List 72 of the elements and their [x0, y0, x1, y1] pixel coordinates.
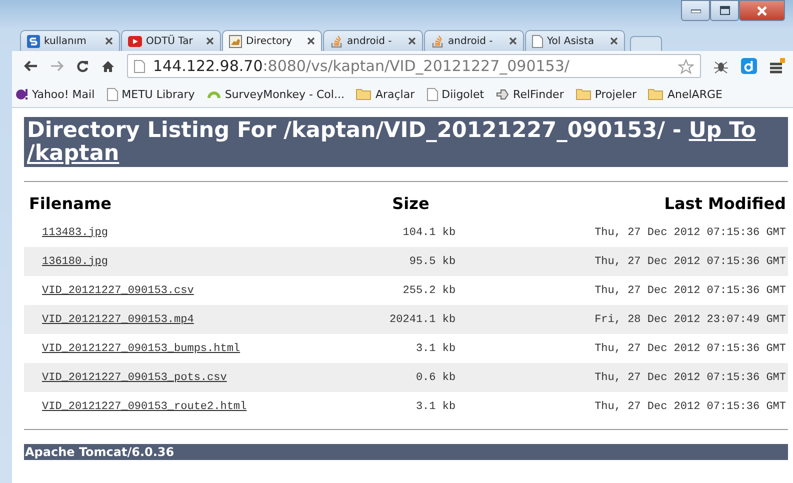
modified-date: Thu, 27 Dec 2012 07:15:36 GMT [594, 342, 786, 354]
file-size: 0.6 kb [416, 372, 456, 384]
column-header: Filename [29, 194, 112, 213]
file-link[interactable]: VID_20121227_090153_bumps.html [42, 342, 240, 354]
file-size: 95.5 kb [409, 256, 456, 268]
bookmark-item[interactable]: Projeler [576, 88, 636, 100]
file-size: 3.1 kb [416, 342, 456, 354]
page-icon [106, 88, 118, 100]
close-icon[interactable] [105, 37, 113, 45]
close-icon[interactable] [610, 37, 618, 45]
close-icon [756, 6, 768, 16]
close-button[interactable] [739, 0, 785, 21]
minimize-icon [690, 8, 700, 12]
page-icon [134, 60, 145, 72]
file-size: 255.2 kb [402, 284, 456, 296]
s-logo-icon [27, 34, 40, 48]
maximize-icon [720, 6, 730, 15]
browser-tab[interactable]: ODTÜ Tar [121, 30, 221, 51]
d-logo-icon[interactable] [741, 58, 757, 74]
modified-date: Thu, 27 Dec 2012 07:15:36 GMT [594, 256, 786, 268]
menu-icon[interactable] [769, 58, 785, 74]
bookmark-item[interactable]: SurveyMonkey - Col... [206, 88, 344, 100]
bookmark-item[interactable]: Diigolet [426, 88, 484, 100]
bookmark-item[interactable]: Araçlar [356, 88, 415, 100]
close-icon[interactable] [206, 37, 214, 45]
stack-icon [330, 34, 343, 48]
play-icon [128, 36, 142, 46]
stack-icon [431, 34, 444, 48]
minimize-button[interactable] [681, 0, 710, 21]
close-icon[interactable] [408, 37, 416, 45]
modified-date: Thu, 27 Dec 2012 07:15:36 GMT [594, 372, 786, 384]
up-link[interactable]: Up To [688, 118, 756, 143]
star-icon[interactable] [678, 58, 694, 74]
file-link[interactable]: 136180.jpg [42, 256, 108, 268]
page-icon [426, 88, 438, 100]
yahoo-icon [16, 88, 28, 100]
folder-icon [576, 88, 591, 100]
bookmark-item[interactable]: AnelARGE [648, 88, 722, 100]
folder-icon [356, 88, 372, 100]
address-field[interactable]: 144.122.98.70:8080/vs/kaptan/VID_20121227_090153/ [127, 54, 701, 78]
modified-date: Fri, 28 Dec 2012 23:07:49 GMT [594, 314, 786, 326]
close-icon[interactable] [307, 37, 315, 45]
column-header: Last Modified [664, 194, 786, 213]
browser-tab[interactable]: Yol Asista [525, 30, 625, 51]
bookmark-item[interactable]: RelFinder [496, 88, 564, 100]
file-size: 104.1 kb [402, 226, 456, 238]
reload-icon[interactable] [76, 60, 89, 72]
arc-icon [206, 90, 221, 98]
close-icon[interactable] [509, 37, 517, 45]
bookmark-item[interactable]: METU Library [106, 88, 195, 100]
modified-date: Thu, 27 Dec 2012 07:15:36 GMT [594, 284, 786, 296]
browser-tab[interactable]: android - [323, 30, 423, 51]
page-icon [532, 34, 543, 48]
column-header: Size [392, 194, 430, 213]
browser-tab[interactable]: kullanım [20, 30, 120, 51]
home-icon[interactable] [101, 60, 115, 72]
server-footer: Apache Tomcat/6.0.36 [24, 444, 788, 460]
maximize-button[interactable] [710, 0, 739, 21]
page-heading: Directory Listing For /kaptan/VID_20121227_090153/ - Up To /kaptan [24, 117, 788, 167]
back-icon[interactable] [24, 60, 38, 72]
file-size: 20241.1 kb [390, 314, 456, 326]
modified-date: Thu, 27 Dec 2012 07:15:36 GMT [594, 226, 786, 238]
browser-tab[interactable]: android - [424, 30, 524, 51]
browser-tab[interactable]: Directory [222, 30, 322, 51]
file-link[interactable]: VID_20121227_090153.csv [42, 284, 194, 296]
file-link[interactable]: 113483.jpg [42, 226, 108, 238]
file-link[interactable]: VID_20121227_090153_route2.html [42, 400, 247, 412]
file-size: 3.1 kb [416, 400, 456, 412]
modified-date: Thu, 27 Dec 2012 07:15:36 GMT [594, 400, 786, 412]
folder-icon [648, 88, 664, 100]
up-link[interactable]: /kaptan [27, 141, 120, 166]
bookmark-item[interactable]: Yahoo! Mail [16, 88, 95, 100]
